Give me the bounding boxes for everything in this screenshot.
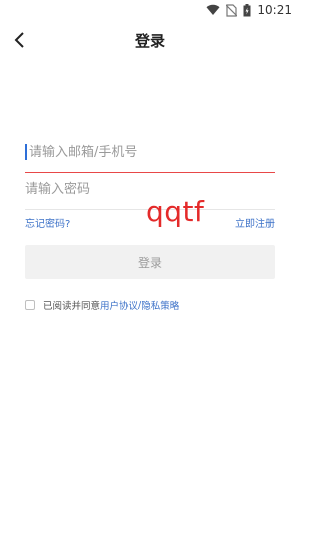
status-time: 10:21	[257, 3, 292, 17]
status-bar: 10:21	[0, 0, 300, 20]
agreement-checkbox[interactable]	[25, 300, 35, 310]
register-link[interactable]: 立即注册	[235, 215, 275, 230]
login-button[interactable]: 登录	[25, 245, 275, 279]
forgot-password-link[interactable]: 忘记密码?	[25, 215, 70, 230]
battery-icon	[243, 3, 251, 17]
account-underline	[25, 172, 275, 173]
text-caret	[25, 144, 27, 160]
watermark-text: qqtf	[146, 195, 205, 228]
nav-bar: 登录	[0, 22, 300, 58]
no-sim-icon	[226, 3, 238, 17]
wifi-icon	[206, 4, 220, 16]
agreement-row: 已阅读并同意 用户协议 / 隐私策略	[25, 298, 179, 312]
page-title: 登录	[134, 32, 165, 50]
account-field[interactable]	[25, 139, 279, 173]
agreement-prefix: 已阅读并同意	[43, 301, 101, 312]
user-agreement-link[interactable]: 用户协议	[100, 298, 138, 312]
privacy-policy-link[interactable]: 隐私策略	[141, 298, 179, 312]
account-input[interactable]	[25, 139, 279, 165]
